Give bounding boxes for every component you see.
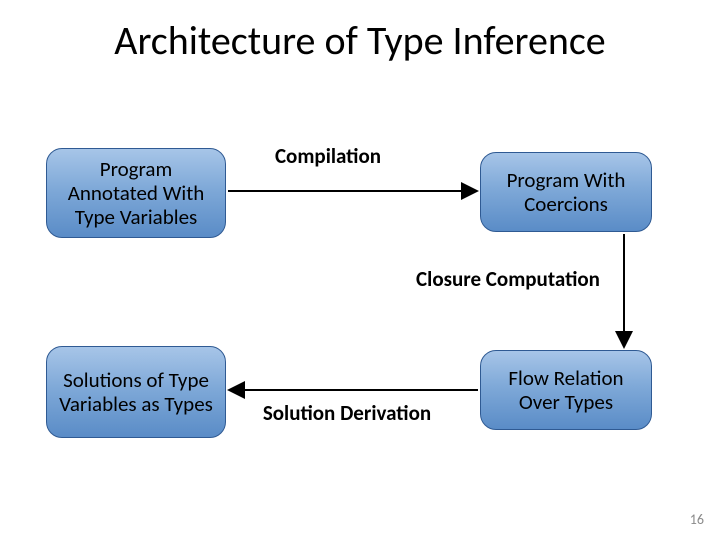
label-compilation: Compilation: [258, 145, 398, 168]
slide-title: Architecture of Type Inference: [0, 16, 720, 65]
box-flow-relation: Flow Relation Over Types: [480, 350, 652, 430]
box-label: Solutions of Type Variables as Types: [55, 368, 217, 416]
box-program-annotated: Program Annotated With Type Variables: [46, 148, 226, 238]
box-label: Program Annotated With Type Variables: [55, 157, 217, 229]
box-program-coercions: Program With Coercions: [480, 152, 652, 232]
label-closure-computation: Closure Computation: [388, 268, 628, 291]
box-solutions: Solutions of Type Variables as Types: [46, 346, 226, 438]
box-label: Flow Relation Over Types: [489, 366, 643, 414]
box-label: Program With Coercions: [489, 168, 643, 216]
page-number: 16: [690, 511, 704, 528]
label-solution-derivation: Solution Derivation: [242, 402, 452, 425]
